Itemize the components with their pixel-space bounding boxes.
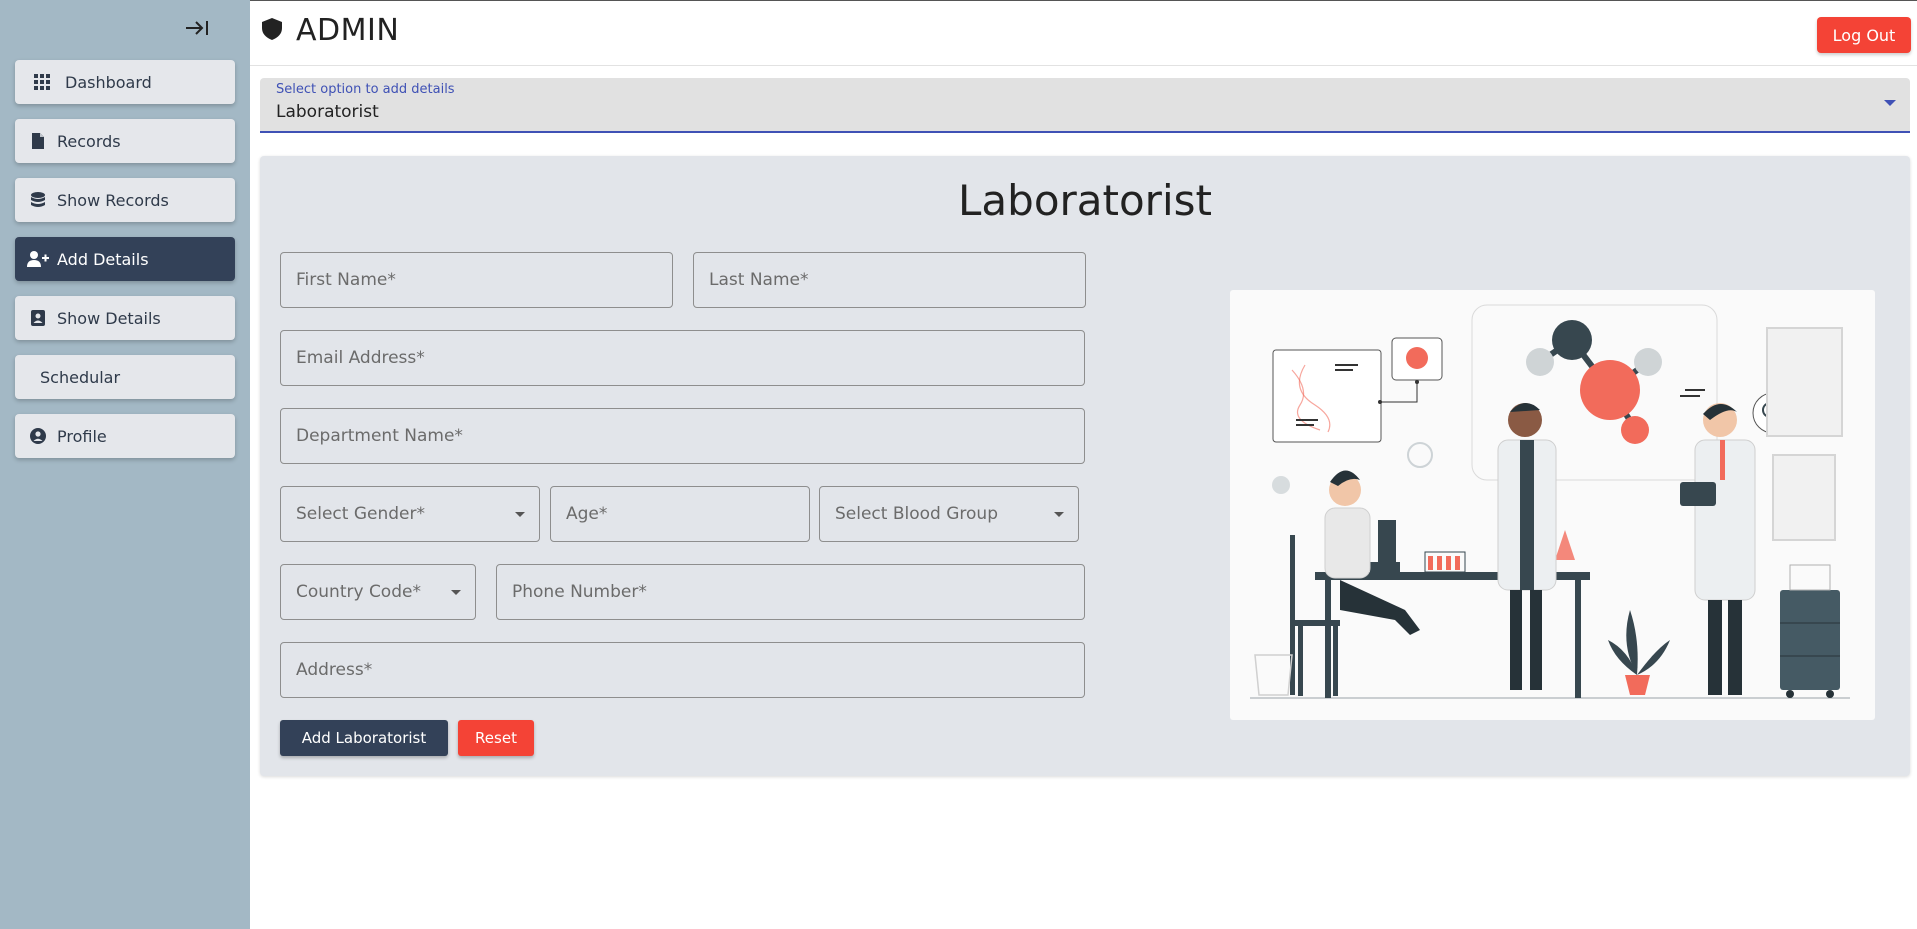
sidebar-item-show-details[interactable]: Show Details: [15, 296, 235, 340]
sidebar-item-schedular[interactable]: Schedular: [15, 355, 235, 399]
field-placeholder: Address*: [296, 660, 373, 680]
admin-heading: ADMIN: [262, 13, 399, 48]
department-field[interactable]: Department Name*: [280, 408, 1085, 464]
sidebar-item-label: Profile: [57, 426, 107, 446]
sidebar-item-label: Show Details: [57, 308, 161, 328]
first-name-field[interactable]: First Name*: [280, 252, 673, 308]
laboratory-illustration: [1230, 290, 1875, 720]
last-name-field[interactable]: Last Name*: [693, 252, 1086, 308]
phone-number-field[interactable]: Phone Number*: [496, 564, 1085, 620]
age-field[interactable]: Age*: [550, 486, 810, 542]
field-placeholder: Country Code*: [296, 582, 421, 602]
field-placeholder: Select Blood Group: [835, 504, 998, 524]
sidebar-item-profile[interactable]: Profile: [15, 414, 235, 458]
logout-button[interactable]: Log Out: [1817, 17, 1911, 53]
field-placeholder: Department Name*: [296, 426, 463, 446]
sidebar-nav: Dashboard Records Show Records Add Detai…: [15, 60, 235, 473]
select-label: Select option to add details: [276, 82, 455, 97]
field-placeholder: Last Name*: [709, 270, 809, 290]
collapse-sidebar-icon[interactable]: [182, 16, 212, 40]
sidebar-item-add-details[interactable]: Add Details: [15, 237, 235, 281]
sidebar-item-label: Schedular: [40, 367, 121, 387]
top-header: ADMIN Log Out: [250, 0, 1917, 66]
sidebar-item-label: Show Records: [57, 190, 169, 210]
gender-select[interactable]: Select Gender*: [280, 486, 540, 542]
add-laboratorist-button[interactable]: Add Laboratorist: [280, 720, 448, 756]
field-placeholder: Email Address*: [296, 348, 425, 368]
country-code-select[interactable]: Country Code*: [280, 564, 476, 620]
reset-button[interactable]: Reset: [458, 720, 534, 756]
sidebar-item-dashboard[interactable]: Dashboard: [15, 60, 235, 104]
shield-icon: [262, 17, 282, 44]
field-placeholder: First Name*: [296, 270, 396, 290]
sidebar-item-show-records[interactable]: Show Records: [15, 178, 235, 222]
select-value: Laboratorist: [276, 102, 379, 122]
dropdown-arrow-icon: [1884, 100, 1896, 106]
contact-card-icon: [27, 309, 49, 327]
dropdown-arrow-icon: [515, 512, 525, 517]
database-icon: [27, 191, 49, 209]
file-icon: [27, 132, 49, 150]
sidebar-item-label: Records: [57, 131, 121, 151]
laboratorist-form-panel: Laboratorist First Name* Last Name* Emai…: [260, 156, 1910, 776]
field-placeholder: Select Gender*: [296, 504, 425, 524]
field-placeholder: Age*: [566, 504, 608, 524]
grid-icon: [31, 73, 53, 91]
field-placeholder: Phone Number*: [512, 582, 647, 602]
dropdown-arrow-icon: [1054, 512, 1064, 517]
dropdown-arrow-icon: [451, 590, 461, 595]
sidebar-item-label: Add Details: [57, 249, 149, 269]
page-title: ADMIN: [296, 13, 400, 48]
form-title: Laboratorist: [958, 176, 1212, 225]
blood-group-select[interactable]: Select Blood Group: [819, 486, 1079, 542]
sidebar-item-records[interactable]: Records: [15, 119, 235, 163]
account-circle-icon: [27, 427, 49, 445]
details-type-select[interactable]: Select option to add details Laboratoris…: [260, 78, 1910, 133]
sidebar: Dashboard Records Show Records Add Detai…: [0, 0, 250, 929]
sidebar-item-label: Dashboard: [65, 72, 152, 92]
email-field[interactable]: Email Address*: [280, 330, 1085, 386]
address-field[interactable]: Address*: [280, 642, 1085, 698]
add-user-icon: [27, 250, 49, 268]
